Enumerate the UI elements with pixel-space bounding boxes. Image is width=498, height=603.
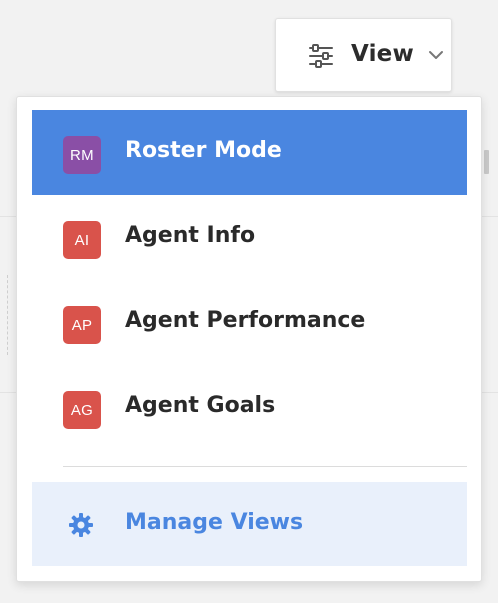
manage-views-button[interactable]: Manage Views: [32, 482, 467, 566]
background-scroll-mark: [484, 150, 489, 174]
menu-divider: [63, 466, 467, 467]
manage-views-label: Manage Views: [125, 510, 304, 535]
view-badge: AG: [63, 391, 101, 429]
menu-item-label: Roster Mode: [125, 138, 282, 163]
menu-item-agent-goals[interactable]: AG Agent Goals: [32, 365, 467, 450]
menu-item-label: Agent Goals: [125, 393, 276, 418]
view-badge: RM: [63, 136, 101, 174]
view-badge: AI: [63, 221, 101, 259]
menu-item-roster-mode[interactable]: RM Roster Mode: [32, 110, 467, 195]
view-badge: AP: [63, 306, 101, 344]
view-dropdown-menu: RM Roster Mode AI Agent Info AP Agent Pe…: [16, 96, 482, 582]
background-divider: [0, 216, 16, 217]
menu-item-agent-info[interactable]: AI Agent Info: [32, 195, 467, 280]
view-button-label: View: [351, 41, 414, 67]
chevron-down-icon: [429, 51, 443, 59]
menu-item-label: Agent Info: [125, 223, 256, 248]
sliders-icon: [309, 44, 333, 68]
background-dashed-line: [7, 275, 8, 355]
gear-icon: [69, 513, 93, 537]
menu-item-label: Agent Performance: [125, 308, 366, 333]
menu-item-agent-performance[interactable]: AP Agent Performance: [32, 280, 467, 365]
view-toggle-button[interactable]: View: [275, 18, 452, 92]
background-divider: [0, 392, 16, 393]
